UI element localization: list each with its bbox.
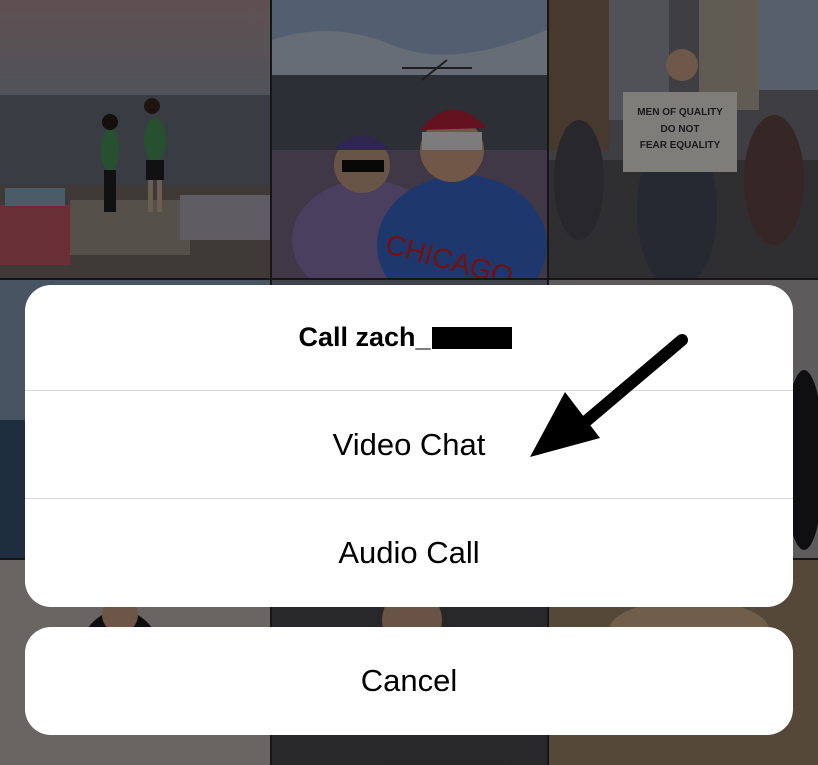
call-title-text: Call zach_ — [298, 322, 431, 352]
annotation-arrow-icon — [530, 334, 688, 457]
cancel-button[interactable]: Cancel — [25, 627, 793, 735]
redacted-username — [431, 326, 512, 349]
audio-call-button[interactable]: Audio Call — [25, 499, 793, 606]
